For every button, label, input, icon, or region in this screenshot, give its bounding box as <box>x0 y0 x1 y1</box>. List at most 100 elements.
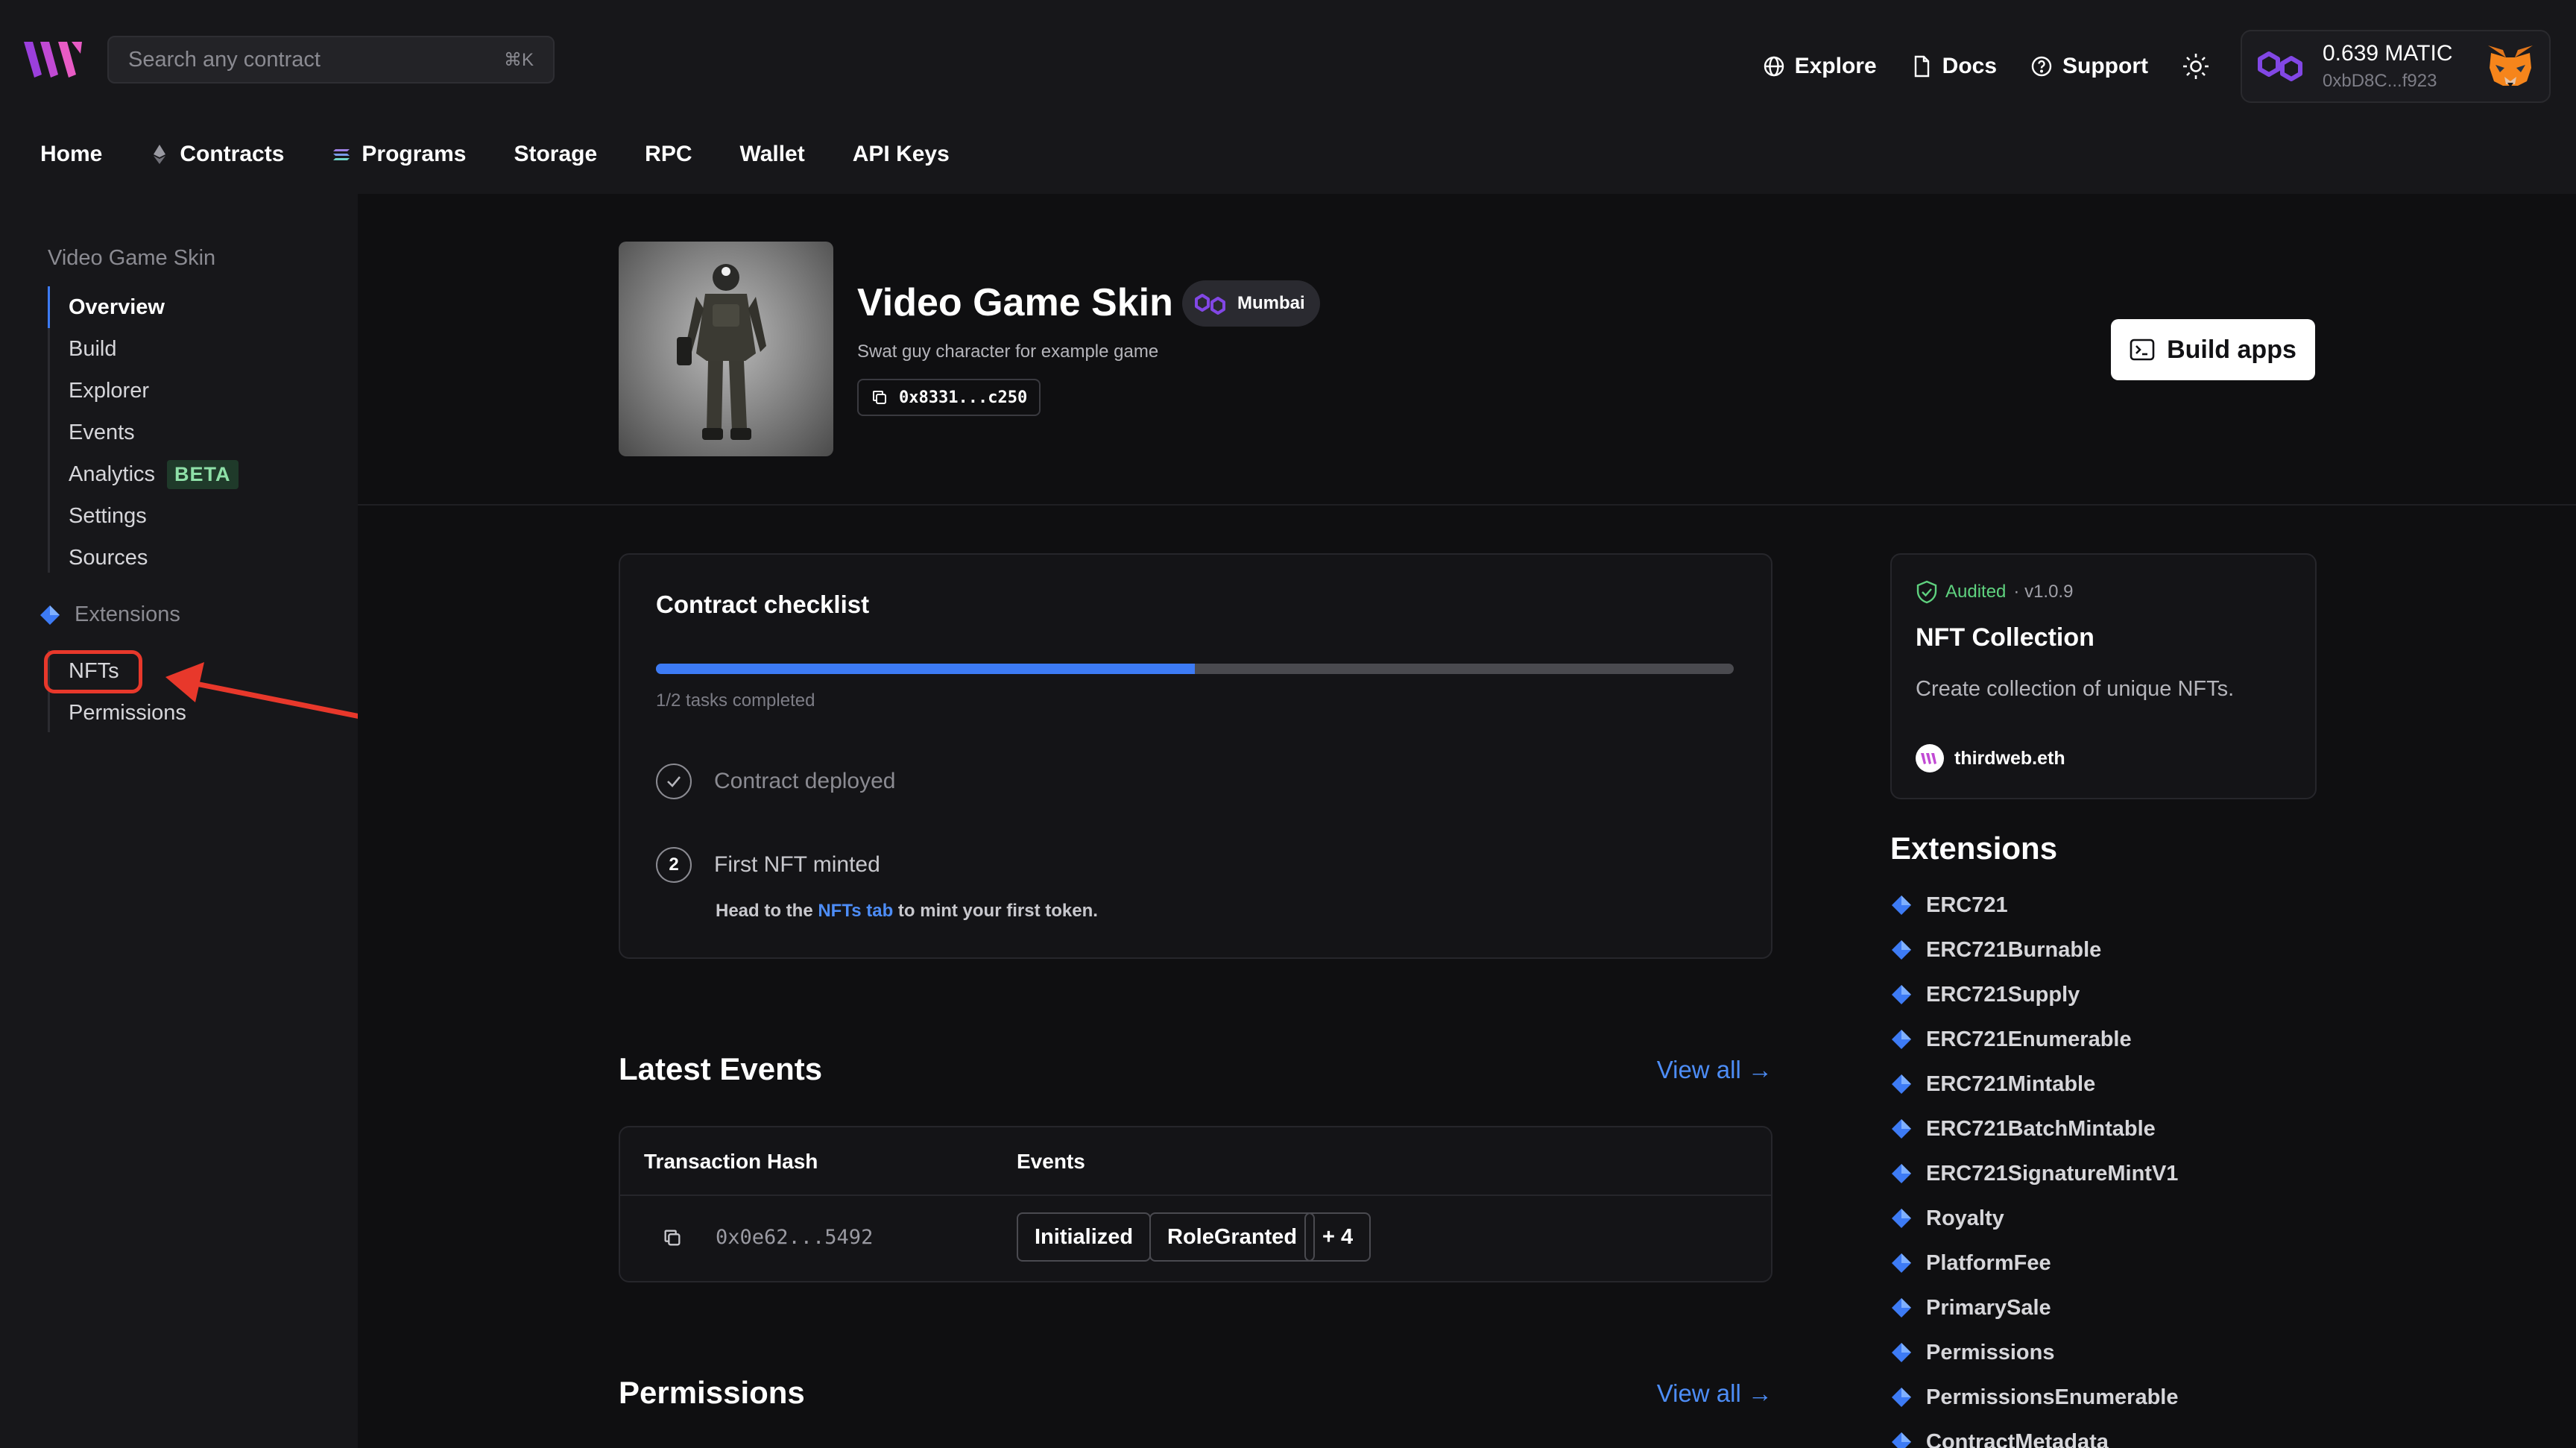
solana-icon <box>333 149 350 160</box>
table-row[interactable]: 0x0e62...5492 Initialized RoleGranted + … <box>620 1196 1771 1281</box>
beta-badge: BETA <box>167 459 239 489</box>
explore-label: Explore <box>1794 54 1877 78</box>
latest-events-title: Latest Events <box>619 1051 823 1086</box>
extension-name: ERC721BatchMintable <box>1926 1116 2156 1141</box>
build-apps-label: Build apps <box>2167 335 2296 364</box>
checklist-step-mint: 2 First NFT minted <box>656 847 880 883</box>
diamond-icon <box>1892 895 1911 915</box>
sidebar-item-label: Analytics <box>69 462 156 486</box>
copy-icon <box>873 391 886 404</box>
latest-events-table: Transaction Hash Events 0x0e62...5492 In… <box>619 1126 1772 1282</box>
table-header: Transaction Hash Events <box>620 1127 1771 1196</box>
sidebar-item-overview[interactable]: Overview <box>48 286 331 328</box>
published-contract-card[interactable]: Audited · v1.0.9 NFT Collection Create c… <box>1890 553 2317 799</box>
main-content: Video Game Skin Mumbai Swat guy characte… <box>358 194 2576 1448</box>
diamond-icon <box>1892 1164 1911 1183</box>
list-item[interactable]: ERC721 <box>1890 883 2178 928</box>
nav-contracts[interactable]: Contracts <box>150 142 284 167</box>
copy-address-button[interactable]: 0x8331...c250 <box>857 379 1041 416</box>
explore-link[interactable]: Explore <box>1762 54 1877 79</box>
sidebar-item-sources[interactable]: Sources <box>50 537 331 579</box>
extension-name: ERC721SignatureMintV1 <box>1926 1161 2179 1186</box>
nav-rpc-label: RPC <box>645 142 692 166</box>
list-item[interactable]: PermissionsEnumerable <box>1890 1375 2178 1420</box>
extension-name: PlatformFee <box>1926 1250 2051 1275</box>
support-link[interactable]: Support <box>2030 54 2148 79</box>
nav-contracts-label: Contracts <box>180 142 285 166</box>
event-tag-initialized[interactable]: Initialized <box>1017 1212 1152 1262</box>
copy-icon[interactable] <box>662 1227 683 1248</box>
wallet-info: 0.639 MATIC 0xbD8C...f923 <box>2323 41 2485 92</box>
list-item[interactable]: PrimarySale <box>1890 1285 2178 1330</box>
globe-icon <box>1764 56 1784 77</box>
diamond-icon <box>40 605 60 625</box>
extension-name: ERC721Mintable <box>1926 1071 2096 1096</box>
nfts-tab-link[interactable]: NFTs tab <box>818 901 893 921</box>
shield-check-icon <box>1916 580 1937 604</box>
nav-programs[interactable]: Programs <box>332 142 466 167</box>
diamond-icon <box>1892 1119 1911 1139</box>
sidebar-item-label: Events <box>69 420 135 444</box>
list-item[interactable]: ERC721BatchMintable <box>1890 1107 2178 1151</box>
nav-api-keys[interactable]: API Keys <box>853 142 950 167</box>
sidebar-item-build[interactable]: Build <box>50 328 331 370</box>
nav-rpc[interactable]: RPC <box>645 142 692 167</box>
main-nav: Home Contracts Programs Storage RPC Wall… <box>40 142 997 167</box>
nav-home[interactable]: Home <box>40 142 102 167</box>
nav-api-keys-label: API Keys <box>852 142 950 166</box>
sidebar-item-explorer[interactable]: Explorer <box>50 370 331 412</box>
extension-name: ERC721Burnable <box>1926 937 2102 962</box>
terminal-icon <box>2130 339 2155 361</box>
checklist-progress-bar <box>656 664 1734 674</box>
extensions-list: ERC721 ERC721Burnable ERC721Supply ERC721En… <box>1890 883 2178 1448</box>
extension-name: Royalty <box>1926 1206 2004 1230</box>
diamond-icon <box>1892 940 1911 960</box>
nav-wallet-label: Wallet <box>739 142 805 166</box>
permissions-view-all-link[interactable]: View all → <box>1657 1379 1772 1408</box>
list-item[interactable]: Permissions <box>1890 1330 2178 1375</box>
wallet-button[interactable]: 0.639 MATIC 0xbD8C...f923 <box>2241 30 2551 103</box>
list-item[interactable]: ERC721Mintable <box>1890 1062 2178 1107</box>
avatar <box>1916 744 1944 772</box>
permissions-title: Permissions <box>619 1375 805 1410</box>
nav-storage[interactable]: Storage <box>514 142 597 167</box>
event-tag-rolegranted[interactable]: RoleGranted <box>1149 1212 1316 1262</box>
extension-name: PrimarySale <box>1926 1295 2051 1320</box>
extension-name: ERC721Enumerable <box>1926 1027 2132 1051</box>
thirdweb-logo-icon <box>1921 753 1936 764</box>
extension-name: PermissionsEnumerable <box>1926 1385 2179 1409</box>
audit-status: Audited · v1.0.9 <box>1916 580 2073 604</box>
events-view-all-link[interactable]: View all → <box>1657 1056 1772 1084</box>
sidebar-item-analytics[interactable]: Analytics BETA <box>50 453 331 495</box>
extensions-title: Extensions <box>1890 831 2058 866</box>
sidebar-item-settings[interactable]: Settings <box>50 495 331 537</box>
list-item[interactable]: ERC721Enumerable <box>1890 1017 2178 1062</box>
sidebar-item-label: Build <box>69 336 117 361</box>
build-apps-button[interactable]: Build apps <box>2111 319 2315 380</box>
ethereum-icon <box>154 145 166 164</box>
sidebar-item-events[interactable]: Events <box>50 412 331 453</box>
nav-wallet[interactable]: Wallet <box>740 142 805 167</box>
contract-title: Video Game Skin <box>857 281 1173 324</box>
step-number-circle: 2 <box>656 847 692 883</box>
publisher[interactable]: thirdweb.eth <box>1916 744 2065 772</box>
hint-prefix: Head to the <box>716 901 818 921</box>
thirdweb-logo-icon[interactable] <box>22 37 85 82</box>
progress-fill <box>656 664 1195 674</box>
list-item[interactable]: ERC721Burnable <box>1890 928 2178 972</box>
list-item[interactable]: ERC721Supply <box>1890 972 2178 1017</box>
contract-thumbnail <box>619 242 833 456</box>
list-item[interactable]: Royalty <box>1890 1196 2178 1241</box>
search-input[interactable]: Search any contract ⌘K <box>107 36 555 84</box>
sun-icon[interactable] <box>2181 51 2211 81</box>
published-contract-description: Create collection of unique NFTs. <box>1916 677 2235 701</box>
extensions-label: Extensions <box>75 602 180 626</box>
event-tag-more[interactable]: + 4 <box>1304 1212 1371 1262</box>
list-item[interactable]: PlatformFee <box>1890 1241 2178 1285</box>
list-item[interactable]: ContractMetadata <box>1890 1420 2178 1448</box>
list-item[interactable]: ERC721SignatureMintV1 <box>1890 1151 2178 1196</box>
docs-link[interactable]: Docs <box>1910 54 1997 79</box>
publisher-name: thirdweb.eth <box>1954 747 2065 769</box>
checklist-hint: Head to the NFTs tab to mint your first … <box>716 901 1098 922</box>
sidebar-item-label: Explorer <box>69 378 149 403</box>
